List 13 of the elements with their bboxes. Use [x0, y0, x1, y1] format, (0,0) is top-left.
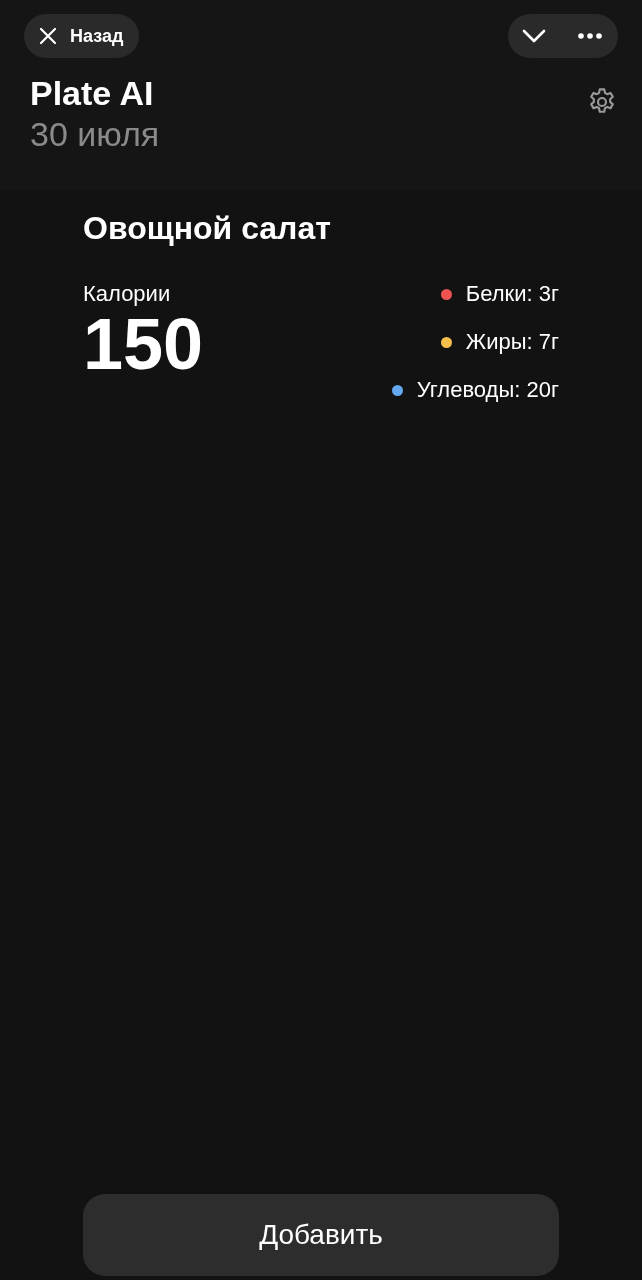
back-button[interactable]: Назад [24, 14, 140, 58]
dish-name: Овощной салат [83, 209, 332, 248]
app-title: Plate AI [30, 73, 155, 114]
macro-text: Белки: 3г [465, 280, 559, 308]
date-label: 30 июля [30, 114, 160, 154]
more-icon[interactable] [578, 33, 602, 39]
add-button[interactable]: Добавить [83, 1194, 559, 1276]
calories-label: Калории [83, 280, 172, 308]
macro-text: Углеводы: 20г [416, 376, 559, 404]
macro-text: Жиры: 7г [465, 328, 559, 356]
close-icon [38, 26, 58, 46]
calories-value: 150 [83, 306, 204, 382]
chevron-down-icon[interactable] [522, 29, 546, 43]
